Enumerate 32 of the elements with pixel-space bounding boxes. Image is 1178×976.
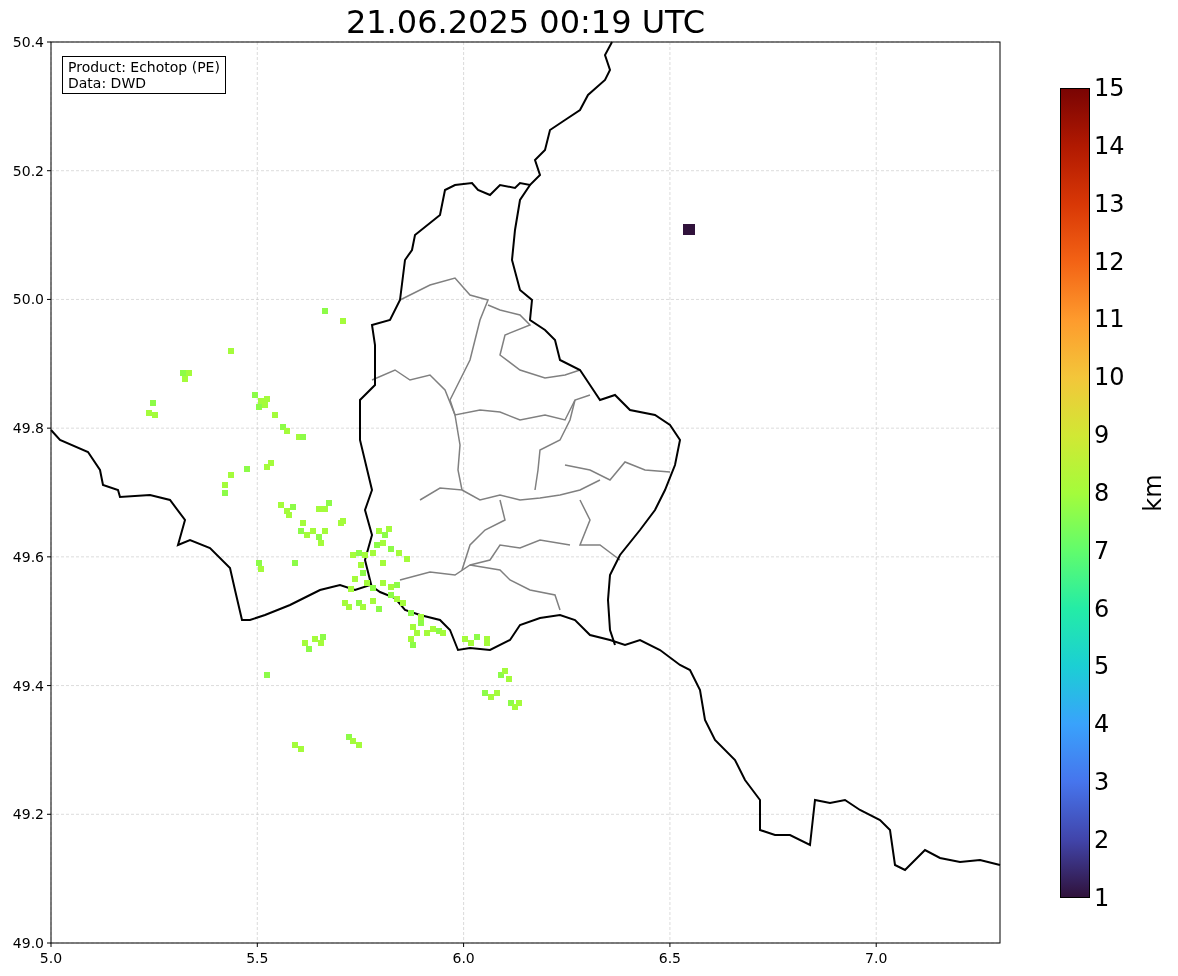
colorbar-tick-label: 6 — [1094, 595, 1111, 622]
colorbar-tick-label: 5 — [1094, 653, 1111, 680]
colorbar-tick-label: 11 — [1094, 306, 1125, 333]
info-text: Product: Echotop (PE) — [68, 59, 220, 75]
colorbar-tick-label: 3 — [1094, 769, 1111, 796]
axis-tick-label: 6.0 — [452, 950, 475, 966]
axis-tick-label: 49.0 — [12, 935, 44, 951]
axis-tick-label: 49.8 — [12, 420, 44, 437]
axis-tick-label: 5.0 — [39, 950, 63, 966]
colorbar-tick-label: 14 — [1094, 132, 1125, 159]
axis-tick-label: 49.6 — [12, 548, 44, 565]
axis-tick-label: 49.4 — [12, 677, 44, 694]
colorbar-tick-label: 8 — [1094, 479, 1111, 506]
colorbar-tick-label: 15 — [1094, 75, 1125, 101]
axis-tick-label: 6.5 — [658, 950, 682, 966]
axis-tick-label: 50.2 — [12, 162, 44, 179]
colorbar-tick-label: 13 — [1094, 190, 1125, 217]
colorbar-tick-label: 2 — [1094, 826, 1111, 853]
chart-title: 21.06.2025 00:19 UTC — [344, 2, 707, 42]
colorbar-tick-label: 4 — [1094, 711, 1111, 738]
axis-tick-label: 50.4 — [12, 34, 44, 50]
info-text: Data: DWD — [68, 75, 147, 91]
colorbar-tick-label: 7 — [1094, 537, 1111, 564]
colorbar-tick-label: 12 — [1094, 248, 1125, 275]
axis-tick-label: 5.5 — [246, 950, 269, 966]
colorbar-tick-label: 9 — [1094, 422, 1111, 449]
axis-tick-label: 50.0 — [12, 291, 44, 308]
colorbar-tick-label: 10 — [1094, 364, 1125, 391]
colorbar-tick-label: 1 — [1094, 884, 1111, 911]
axis-tick-label: 7.0 — [865, 950, 888, 966]
axis-tick-label: 49.2 — [12, 806, 44, 823]
colorbar-label: km — [1139, 474, 1166, 512]
